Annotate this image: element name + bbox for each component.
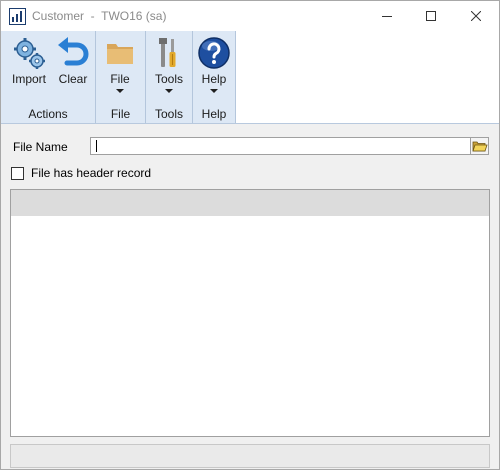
maximize-button[interactable] xyxy=(409,1,453,31)
text-cursor xyxy=(96,140,97,152)
file-dropdown-arrow-icon xyxy=(116,89,124,93)
form-area: File Name File has header record xyxy=(1,124,499,469)
title-bar[interactable]: Customer - TWO16 (sa) xyxy=(1,1,499,31)
ribbon-group-help: Help Help xyxy=(193,31,236,123)
header-record-label: File has header record xyxy=(31,166,152,180)
clear-label: Clear xyxy=(58,72,88,86)
close-button[interactable] xyxy=(454,1,498,31)
import-gears-icon xyxy=(14,38,45,69)
group-label-help: Help xyxy=(201,107,227,121)
help-menu-button[interactable]: Help xyxy=(195,35,233,103)
folder-browse-icon xyxy=(472,141,488,152)
status-bar xyxy=(10,444,490,468)
ribbon-group-file: File File xyxy=(96,31,146,123)
window-title: Customer - TWO16 (sa) xyxy=(32,9,167,23)
close-icon xyxy=(471,11,481,21)
help-menu-label: Help xyxy=(201,72,227,86)
tools-menu-button[interactable]: Tools xyxy=(149,35,189,103)
file-menu-label: File xyxy=(110,72,130,86)
minimize-icon xyxy=(382,16,392,17)
file-name-input[interactable] xyxy=(90,137,471,155)
tools-icon xyxy=(159,38,176,67)
maximize-icon xyxy=(426,11,436,21)
help-dropdown-arrow-icon xyxy=(210,89,218,93)
app-logo-icon xyxy=(9,8,26,25)
grid-header-row xyxy=(11,190,489,216)
browse-file-button[interactable] xyxy=(471,137,489,155)
folder-icon xyxy=(107,44,133,64)
clear-undo-arrow-icon xyxy=(58,37,89,66)
data-grid[interactable] xyxy=(10,189,490,437)
ribbon: Import Clear Actions File File Tools Too… xyxy=(1,31,499,124)
group-label-file: File xyxy=(110,107,131,121)
ribbon-group-actions: Import Clear Actions xyxy=(1,31,96,123)
import-label: Import xyxy=(11,72,46,86)
clear-button[interactable]: Clear xyxy=(53,35,93,103)
file-menu-button[interactable]: File xyxy=(100,35,140,103)
ribbon-group-tools: Tools Tools xyxy=(146,31,193,123)
tools-menu-label: Tools xyxy=(154,72,183,86)
file-name-label: File Name xyxy=(13,140,68,154)
header-record-checkbox[interactable] xyxy=(11,167,24,180)
group-label-actions: Actions xyxy=(28,107,68,121)
tools-dropdown-arrow-icon xyxy=(165,89,173,93)
group-label-tools: Tools xyxy=(154,107,183,121)
import-button[interactable]: Import xyxy=(7,35,51,103)
help-icon xyxy=(198,37,230,69)
minimize-button[interactable] xyxy=(365,1,409,31)
customer-import-window: Customer - TWO16 (sa) Import Clear Actio… xyxy=(0,0,500,470)
